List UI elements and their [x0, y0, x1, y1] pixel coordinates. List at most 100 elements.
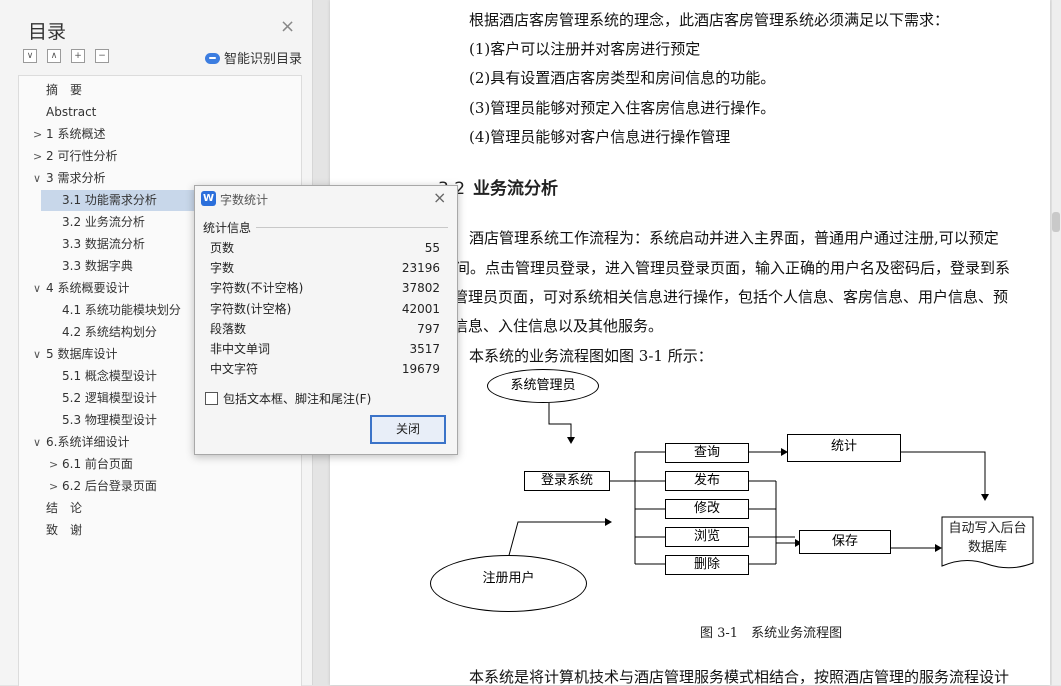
browse-node: 浏览 [665, 527, 749, 547]
save-node: 保存 [799, 530, 891, 554]
toc-item[interactable]: 4.1 系统功能模块划分 [62, 300, 181, 321]
vertical-scrollbar[interactable] [1052, 0, 1061, 685]
toc-item[interactable]: 3.1 功能需求分析 [41, 190, 199, 211]
toc-item[interactable]: 摘 要 [46, 80, 82, 101]
sidebar-title: 目录 [28, 21, 67, 43]
chevron-down-icon[interactable]: ∨ [33, 278, 46, 299]
toc-item-label: 3.2 业务流分析 [62, 215, 145, 229]
toc-item-label: Abstract [46, 105, 97, 119]
stats-node: 统计 [787, 434, 901, 462]
chevron-down-icon[interactable]: ∨ [33, 344, 46, 365]
toc-item[interactable]: 3.3 数据字典 [62, 256, 133, 277]
toc-item[interactable]: ∨ 6.系统详细设计 [33, 432, 129, 453]
scrollbar-thumb[interactable] [1052, 212, 1060, 232]
toc-item-label: 6.1 前台页面 [62, 457, 133, 471]
stat-row: 字数 23196 [210, 259, 440, 277]
toc-item[interactable]: 结 论 [46, 498, 82, 519]
toc-item[interactable]: >6.1 前台页面 [49, 454, 133, 475]
stat-row: 字符数(计空格) 42001 [210, 300, 440, 318]
stat-label: 页数 [210, 241, 235, 255]
toc-item[interactable]: 3.3 数据流分析 [62, 234, 145, 255]
close-button[interactable]: 关闭 [370, 415, 446, 444]
toc-item-label: 6.2 后台登录页面 [62, 479, 157, 493]
toc-item-label: 4.1 系统功能模块划分 [62, 303, 181, 317]
login-node: 登录系统 [524, 471, 610, 491]
expand-all-icon[interactable]: ∨ [23, 49, 37, 63]
chevron-right-icon[interactable]: > [49, 454, 62, 475]
toc-item[interactable]: 3.2 业务流分析 [62, 212, 145, 233]
include-textbox-checkbox[interactable] [205, 392, 218, 405]
admin-node: 系统管理员 [487, 369, 599, 403]
user-node: 注册用户 [430, 555, 587, 612]
database-line: 数据库 [967, 540, 1007, 555]
stat-row: 中文字符 19679 [210, 360, 440, 378]
toc-item[interactable]: ∨ 5 数据库设计 [33, 344, 117, 365]
toc-item[interactable]: >6.2 后台登录页面 [49, 476, 157, 497]
remove-heading-icon[interactable]: − [95, 49, 109, 63]
toc-item-label: 3.3 数据字典 [62, 259, 133, 273]
add-heading-icon[interactable]: + [71, 49, 85, 63]
toc-item-label: 5.2 逻辑模型设计 [62, 391, 157, 405]
toc-item[interactable]: ∨ 3 需求分析 [33, 168, 105, 189]
stat-row: 非中文单词 3517 [210, 340, 440, 358]
toc-item-label: 2 可行性分析 [46, 149, 118, 163]
toc-item-label: 3.3 数据流分析 [62, 237, 145, 251]
stat-label: 中文字符 [210, 362, 259, 377]
stat-label: 字符数(不计空格) [210, 281, 304, 296]
stat-row: 页数 55 [210, 239, 440, 257]
toc-item-label: 1 系统概述 [46, 127, 106, 141]
toc-item-label: 致 谢 [46, 523, 83, 537]
chevron-right-icon[interactable]: > [33, 124, 46, 145]
modify-node: 修改 [665, 499, 749, 519]
collapse-all-icon[interactable]: ∧ [47, 49, 61, 63]
toc-item[interactable]: 致 谢 [46, 520, 82, 541]
stat-value: 55 [424, 241, 440, 255]
toc-item[interactable]: 5.3 物理模型设计 [62, 410, 157, 431]
toc-item[interactable]: ∨ 4 系统概要设计 [33, 278, 129, 299]
doc-line: 本系统是将计算机技术与酒店管理服务模式相结合，按照酒店管理的服务流程设计 [469, 668, 1010, 685]
smart-toc-button[interactable]: 智能识别目录 [205, 48, 302, 67]
toc-item-label: 摘 要 [46, 83, 83, 97]
chevron-right-icon[interactable]: > [33, 146, 46, 167]
toc-item-label: 4.2 系统结构划分 [62, 325, 157, 339]
stat-label: 字符数(计空格) [210, 301, 292, 316]
stat-label: 字数 [210, 261, 235, 276]
toc-item-label: 6.系统详细设计 [46, 435, 130, 449]
stat-label: 段落数 [210, 321, 247, 336]
toc-item-label: 5.3 物理模型设计 [62, 413, 157, 427]
stat-value: 797 [417, 321, 440, 336]
toc-item-label: 3 需求分析 [46, 171, 106, 185]
toc-item[interactable]: 5.2 逻辑模型设计 [62, 388, 157, 409]
stat-value: 42001 [401, 301, 440, 316]
sidebar-close-icon[interactable]: × [280, 18, 295, 36]
chevron-down-icon[interactable]: ∨ [33, 432, 46, 453]
toc-item[interactable]: >1 系统概述 [33, 124, 105, 145]
word-count-dialog: W 字数统计 × 统计信息 页数 55 字数 23196 字符数(不计空格) 37802 字… [194, 185, 458, 455]
database-node: 自动写入后台 数据库 [942, 519, 1033, 557]
toc-item[interactable]: 5.1 概念模型设计 [62, 366, 157, 387]
publish-node: 发布 [665, 471, 749, 491]
stat-value: 23196 [401, 261, 440, 276]
stat-value: 3517 [409, 342, 440, 356]
stat-label: 非中文单词 [210, 342, 271, 356]
stat-value: 19679 [401, 362, 440, 377]
smart-toc-label: 智能识别目录 [224, 52, 303, 67]
toc-item[interactable]: 4.2 系统结构划分 [62, 322, 157, 343]
chevron-down-icon[interactable]: ∨ [33, 168, 46, 189]
delete-node: 删除 [665, 555, 749, 575]
database-line: 自动写入后台 [948, 521, 1027, 536]
stat-row: 字符数(不计空格) 37802 [210, 279, 440, 297]
toc-item-label: 3.1 功能需求分析 [62, 193, 157, 207]
stat-row: 段落数 797 [210, 320, 440, 338]
wps-app-icon: W [201, 191, 216, 206]
toc-item-label: 5 数据库设计 [46, 347, 118, 361]
stat-value: 37802 [401, 281, 440, 296]
dialog-close-icon[interactable]: × [433, 188, 446, 207]
smart-toc-icon [205, 53, 220, 64]
toc-item[interactable]: Abstract [46, 102, 96, 123]
query-node: 查询 [665, 443, 749, 463]
toc-item-label: 5.1 概念模型设计 [62, 369, 157, 383]
chevron-right-icon[interactable]: > [49, 476, 62, 497]
include-textbox-label[interactable]: 包括文本框、脚注和尾注(F) [223, 390, 371, 407]
toc-item[interactable]: >2 可行性分析 [33, 146, 117, 167]
